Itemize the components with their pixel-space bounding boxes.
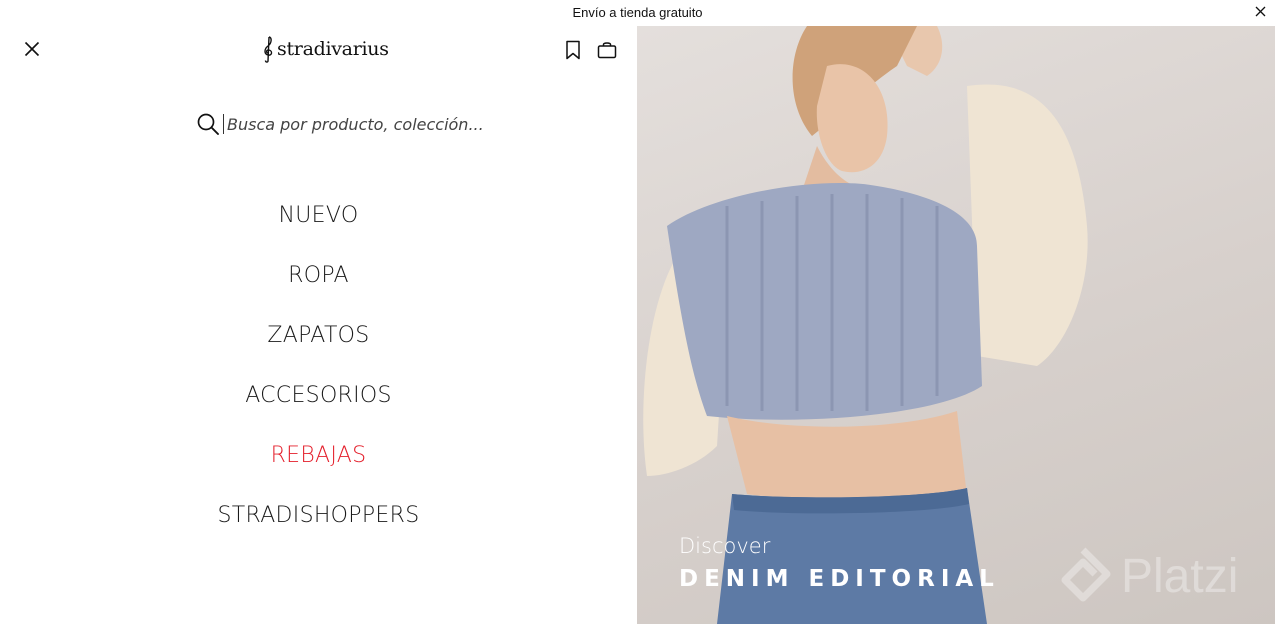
nav-item-zapatos: ZAPATOS bbox=[0, 305, 637, 365]
nav-item-accesorios: ACCESORIOS bbox=[0, 365, 637, 425]
nav-link-rebajas[interactable]: REBAJAS bbox=[271, 443, 367, 468]
promo-banner: Envío a tienda gratuito bbox=[0, 0, 1275, 24]
nav-link-accesorios[interactable]: ACCESORIOS bbox=[245, 383, 392, 408]
bookmark-icon bbox=[566, 40, 580, 60]
watermark-text: Platzi bbox=[1121, 549, 1239, 603]
search-bar bbox=[195, 110, 495, 138]
hero-title-link[interactable]: DENIM EDITORIAL bbox=[679, 566, 1000, 592]
platzi-logo-icon bbox=[1061, 547, 1111, 602]
nav-item-stradishoppers: STRADISHOPPERS bbox=[0, 485, 637, 545]
search-icon[interactable] bbox=[195, 111, 221, 137]
nav-item-nuevo: NUEVO bbox=[0, 185, 637, 245]
cart-button[interactable] bbox=[596, 39, 618, 61]
wishlist-button[interactable] bbox=[562, 39, 584, 61]
search-input[interactable] bbox=[223, 114, 487, 134]
promo-text: Envío a tienda gratuito bbox=[572, 4, 703, 20]
close-icon bbox=[24, 41, 40, 57]
nav-link-nuevo[interactable]: NUEVO bbox=[279, 203, 359, 228]
menu-panel: stradivarius NUEVO ROPA ZAPATOS ACCESORI… bbox=[0, 24, 637, 624]
promo-close-button[interactable] bbox=[1252, 3, 1268, 19]
hero-caption: Discover DENIM EDITORIAL bbox=[679, 534, 1000, 592]
menu-close-button[interactable] bbox=[20, 37, 44, 61]
nav-link-stradishoppers[interactable]: STRADISHOPPERS bbox=[218, 503, 420, 528]
close-icon bbox=[1255, 6, 1265, 16]
platzi-watermark: Platzi bbox=[1055, 546, 1238, 606]
treble-clef-logo-icon bbox=[264, 36, 273, 63]
nav-item-ropa: ROPA bbox=[0, 245, 637, 305]
main-navigation: NUEVO ROPA ZAPATOS ACCESORIOS REBAJAS ST… bbox=[0, 185, 637, 545]
header-actions bbox=[562, 39, 618, 61]
nav-item-rebajas: REBAJAS bbox=[0, 425, 637, 485]
nav-link-zapatos[interactable]: ZAPATOS bbox=[267, 323, 369, 348]
hero-banner[interactable]: Discover DENIM EDITORIAL Platzi bbox=[637, 26, 1275, 624]
brand-name: stradivarius bbox=[277, 38, 389, 60]
nav-link-ropa[interactable]: ROPA bbox=[288, 263, 349, 288]
hero-kicker: Discover bbox=[679, 534, 771, 558]
shopping-bag-icon bbox=[597, 42, 617, 59]
brand-logo[interactable]: stradivarius bbox=[262, 34, 389, 64]
